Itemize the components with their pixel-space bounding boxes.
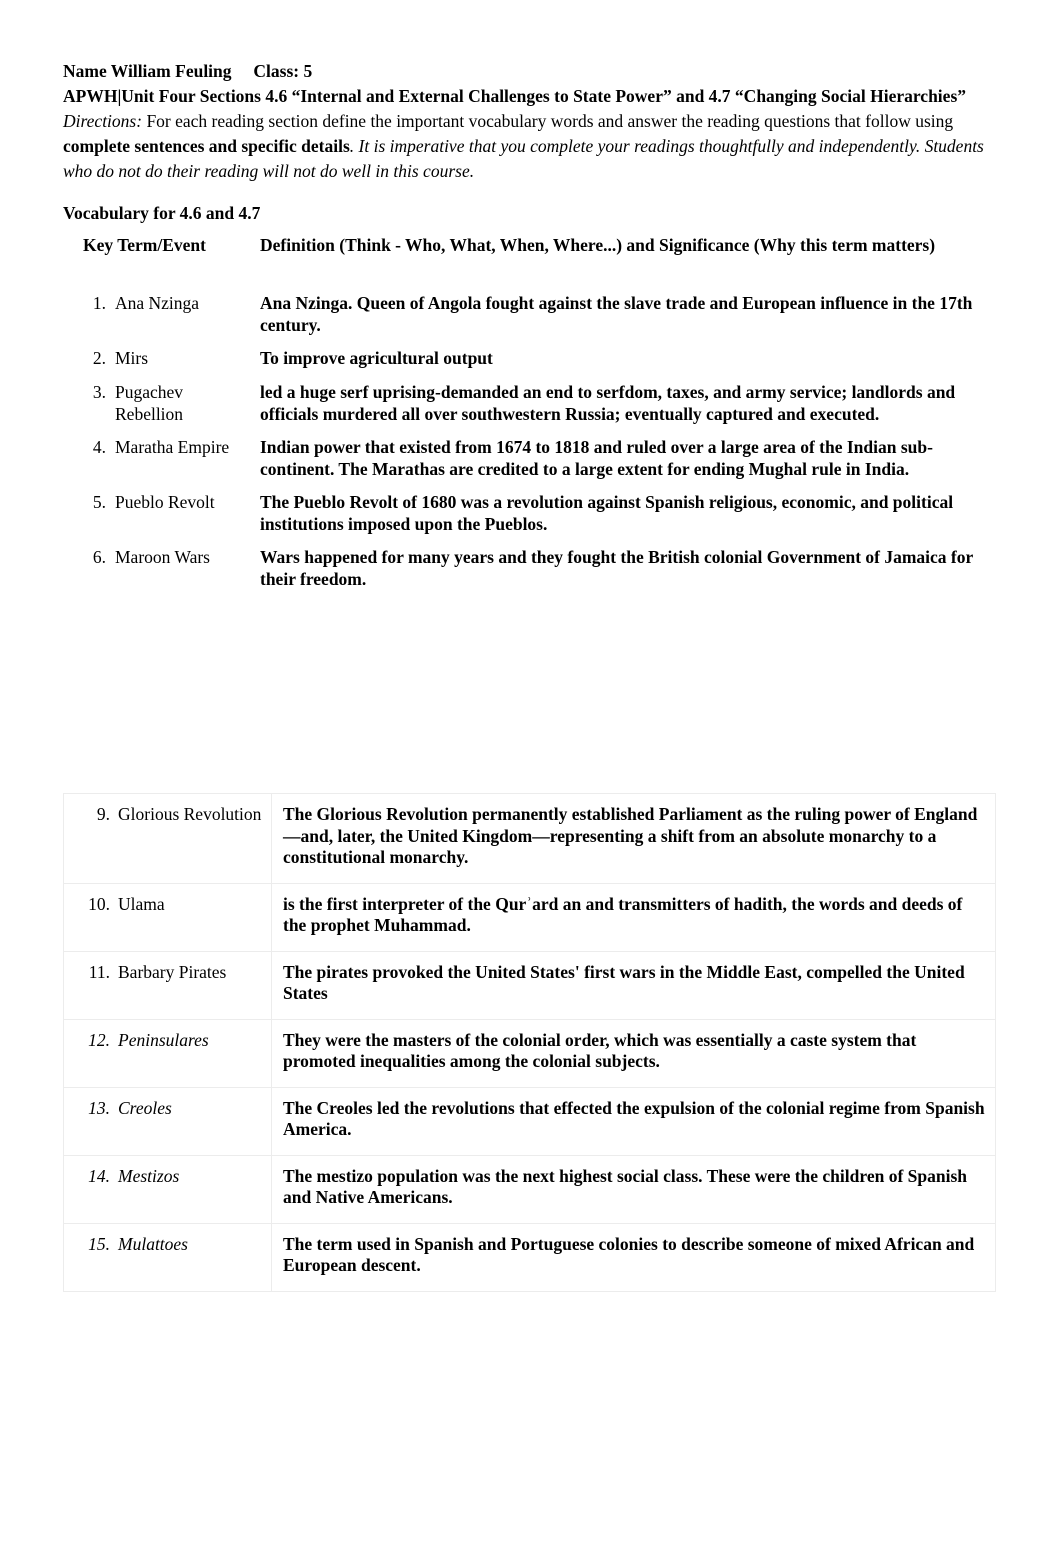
item-number: 2. [92, 348, 106, 368]
table-row: 12. Peninsulares They were the masters of… [63, 1018, 996, 1088]
item-definition: Ana Nzinga. Queen of Angola fought again… [260, 293, 973, 335]
item-term: Barbary Pirates [118, 961, 227, 982]
list-item: 3. Pugachev Rebellion led a huge serf up… [63, 382, 998, 425]
course-title-line: APWH|Unit Four Sections 4.6 “Internal an… [63, 86, 967, 106]
table-cell-term: 10. Ulama [63, 882, 272, 952]
table-row: 10. Ulama is the first interpreter of the… [63, 882, 996, 952]
item-number: 9. [96, 804, 110, 824]
list-item: 1. Ana Nzinga Ana Nzinga. Queen of Angol… [63, 293, 998, 336]
student-name-line: Name William Feuling Class: 5 [63, 61, 313, 81]
table-cell-term: 13. Creoles [63, 1086, 272, 1156]
table-row: 11. Barbary Pirates The pirates provoked … [63, 950, 996, 1020]
item-number: 1. [92, 293, 106, 313]
item-term: Ana Nzinga [115, 293, 200, 313]
item-term: Glorious Revolution [118, 804, 262, 824]
item-definition: Wars happened for many years and they fo… [260, 547, 973, 589]
item-term: Creoles [118, 1097, 172, 1118]
directions-label: Directions: [63, 111, 143, 131]
document-header: Name William Feuling Class: 5 APWH|Unit … [63, 59, 993, 184]
table-cell-term: 9. Glorious Revolution [63, 793, 272, 884]
column-header-term: Key Term/Event [83, 235, 206, 255]
item-definition: Indian power that existed from 1674 to 1… [260, 437, 933, 479]
table-cell-definition: is the first interpreter of the Qurʾard … [271, 882, 996, 952]
item-number: 13. [88, 1097, 110, 1118]
vocabulary-list-top: 1. Ana Nzinga Ana Nzinga. Queen of Angol… [63, 293, 998, 602]
document-page: Name William Feuling Class: 5 APWH|Unit … [0, 0, 1062, 1556]
item-number: 12. [88, 1029, 110, 1050]
item-term: Ulama [118, 893, 165, 914]
table-row: 14. Mestizos The mestizo population was t… [63, 1154, 996, 1224]
item-term: Mestizos [118, 1165, 180, 1186]
footer-blurred-artifact [63, 1238, 993, 1268]
item-number: 11. [88, 961, 110, 982]
item-term: Pugachev Rebellion [115, 382, 184, 424]
list-item: 2. Mirs To improve agricultural output [63, 348, 998, 370]
column-header-definition: Definition (Think - Who, What, When, Whe… [260, 235, 936, 255]
item-term: Maroon Wars [115, 547, 210, 567]
table-cell-definition: They were the masters of the colonial or… [271, 1018, 996, 1088]
table-cell-definition: The Creoles led the revolutions that eff… [271, 1086, 996, 1156]
item-number: 6. [92, 547, 106, 567]
item-term: Maratha Empire [115, 437, 230, 457]
item-number: 3. [92, 382, 106, 402]
vocabulary-table-bottom: 9. Glorious Revolution The Glorious Revol… [63, 793, 996, 1292]
footer-artifact-right [618, 1238, 622, 1259]
vocabulary-section-heading: Vocabulary for 4.6 and 4.7 [63, 203, 261, 223]
item-number: 4. [92, 437, 106, 457]
table-cell-term: 12. Peninsulares [63, 1018, 272, 1088]
table-cell-definition: The pirates provoked the United States' … [271, 950, 996, 1020]
item-definition: To improve agricultural output [260, 348, 493, 368]
list-item: 5. Pueblo Revolt The Pueblo Revolt of 16… [63, 492, 998, 535]
table-row: 9. Glorious Revolution The Glorious Revol… [63, 793, 996, 884]
directions-paragraph: Directions: For each reading section def… [63, 109, 993, 184]
item-number: 5. [92, 492, 106, 512]
item-term: Pueblo Revolt [115, 492, 215, 512]
item-number: 10. [88, 893, 110, 914]
directions-text-part1: For each reading section define the impo… [142, 111, 954, 131]
item-definition: The Pueblo Revolt of 1680 was a revoluti… [260, 492, 954, 534]
item-term: Peninsulares [118, 1029, 209, 1050]
item-definition: led a huge serf uprising-demanded an end… [260, 382, 956, 424]
table-row: 13. Creoles The Creoles led the revolutio… [63, 1086, 996, 1156]
table-cell-term: 11. Barbary Pirates [63, 950, 272, 1020]
table-cell-definition: The Glorious Revolution permanently esta… [271, 793, 996, 884]
table-cell-definition: The mestizo population was the next high… [271, 1154, 996, 1224]
item-number: 14. [88, 1165, 110, 1186]
item-term: Mirs [115, 348, 149, 368]
table-cell-term: 14. Mestizos [63, 1154, 272, 1224]
directions-emphasis: complete sentences and specific details [63, 136, 350, 156]
list-item: 6. Maroon Wars Wars happened for many ye… [63, 547, 998, 590]
list-item: 4. Maratha Empire Indian power that exis… [63, 437, 998, 480]
footer-artifact-left [81, 1259, 85, 1279]
